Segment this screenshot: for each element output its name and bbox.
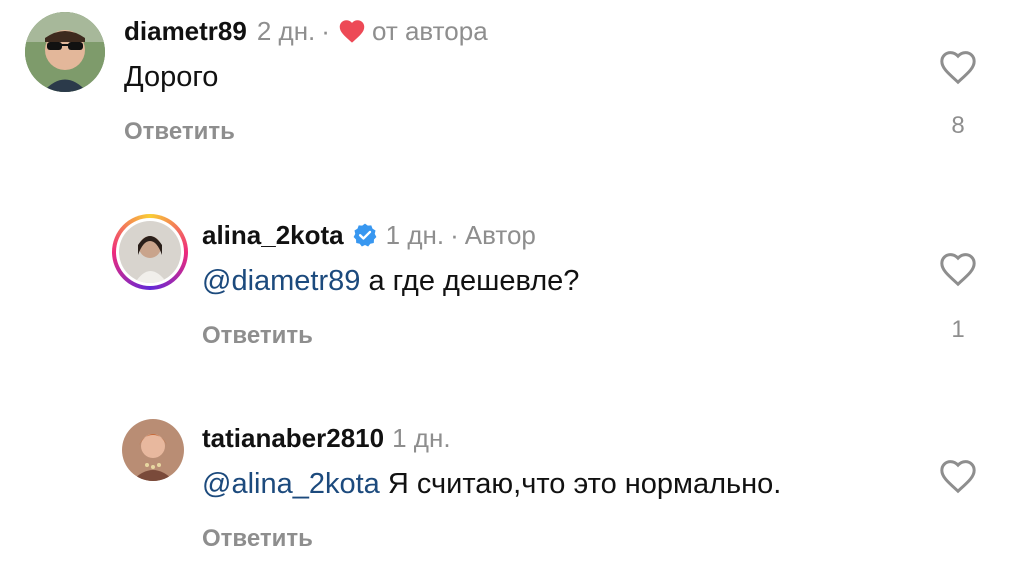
like-button[interactable] — [938, 250, 978, 290]
mention-link[interactable]: @alina_2kota — [202, 468, 380, 500]
avatar-image — [122, 419, 184, 481]
likes-count: 1 — [951, 316, 965, 343]
comment-body: а где дешевле? — [368, 265, 580, 297]
verified-badge-icon — [352, 222, 378, 248]
comment-time: 2 дн. — [256, 16, 316, 46]
heart-outline-icon — [940, 253, 976, 287]
mention-link[interactable]: @diametr89 — [202, 265, 360, 297]
comment-text: Дорого — [124, 60, 218, 94]
username[interactable]: tatianaber2810 — [202, 423, 384, 453]
liked-by-author-label: от автора — [371, 16, 488, 46]
like-button[interactable] — [938, 48, 978, 88]
username[interactable]: diametr89 — [124, 16, 247, 46]
avatar-image — [119, 221, 181, 283]
author-badge: Автор — [464, 220, 536, 250]
comment-text: @alina_2kota Я считаю,что это нормально. — [202, 467, 781, 501]
separator-dot: · — [321, 16, 330, 46]
avatar-alina_2kota — [119, 221, 181, 283]
reply-button[interactable]: Ответить — [202, 322, 313, 350]
reply-button[interactable]: Ответить — [124, 118, 235, 146]
heart-outline-icon — [940, 51, 976, 85]
comment-time: 1 дн. — [385, 220, 445, 250]
comment-time: 1 дн. — [392, 423, 451, 453]
avatar-story-ring[interactable] — [112, 214, 188, 290]
avatar-image — [25, 12, 105, 92]
username[interactable]: alina_2kota — [202, 220, 344, 250]
avatar-diametr89[interactable] — [25, 12, 105, 92]
comment-meta: tatianaber2810 1 дн. — [202, 423, 451, 453]
likes-count: 8 — [951, 112, 965, 139]
comment-alina_2kota: alina_2kota 1 дн. · Автор @diametr89 а г… — [0, 200, 1024, 380]
comment-tatianaber2810: tatianaber2810 1 дн. @alina_2kota Я счит… — [0, 405, 1024, 566]
heart-filled-icon — [338, 18, 366, 44]
comment-body: Дорого — [124, 61, 219, 93]
comment-diametr89: diametr89 2 дн. · от автора Дорого Ответ… — [0, 0, 1024, 190]
heart-outline-icon — [940, 460, 976, 494]
reply-button[interactable]: Ответить — [202, 525, 313, 553]
comment-meta: alina_2kota 1 дн. · Автор — [202, 220, 536, 250]
comment-text: @diametr89 а где дешевле? — [202, 264, 579, 298]
separator-dot: · — [450, 220, 459, 250]
like-button[interactable] — [938, 457, 978, 497]
comment-body: Я считаю,что это нормально. — [387, 468, 782, 500]
avatar-tatianaber2810[interactable] — [122, 419, 184, 481]
comment-meta: diametr89 2 дн. · от автора — [124, 16, 488, 46]
